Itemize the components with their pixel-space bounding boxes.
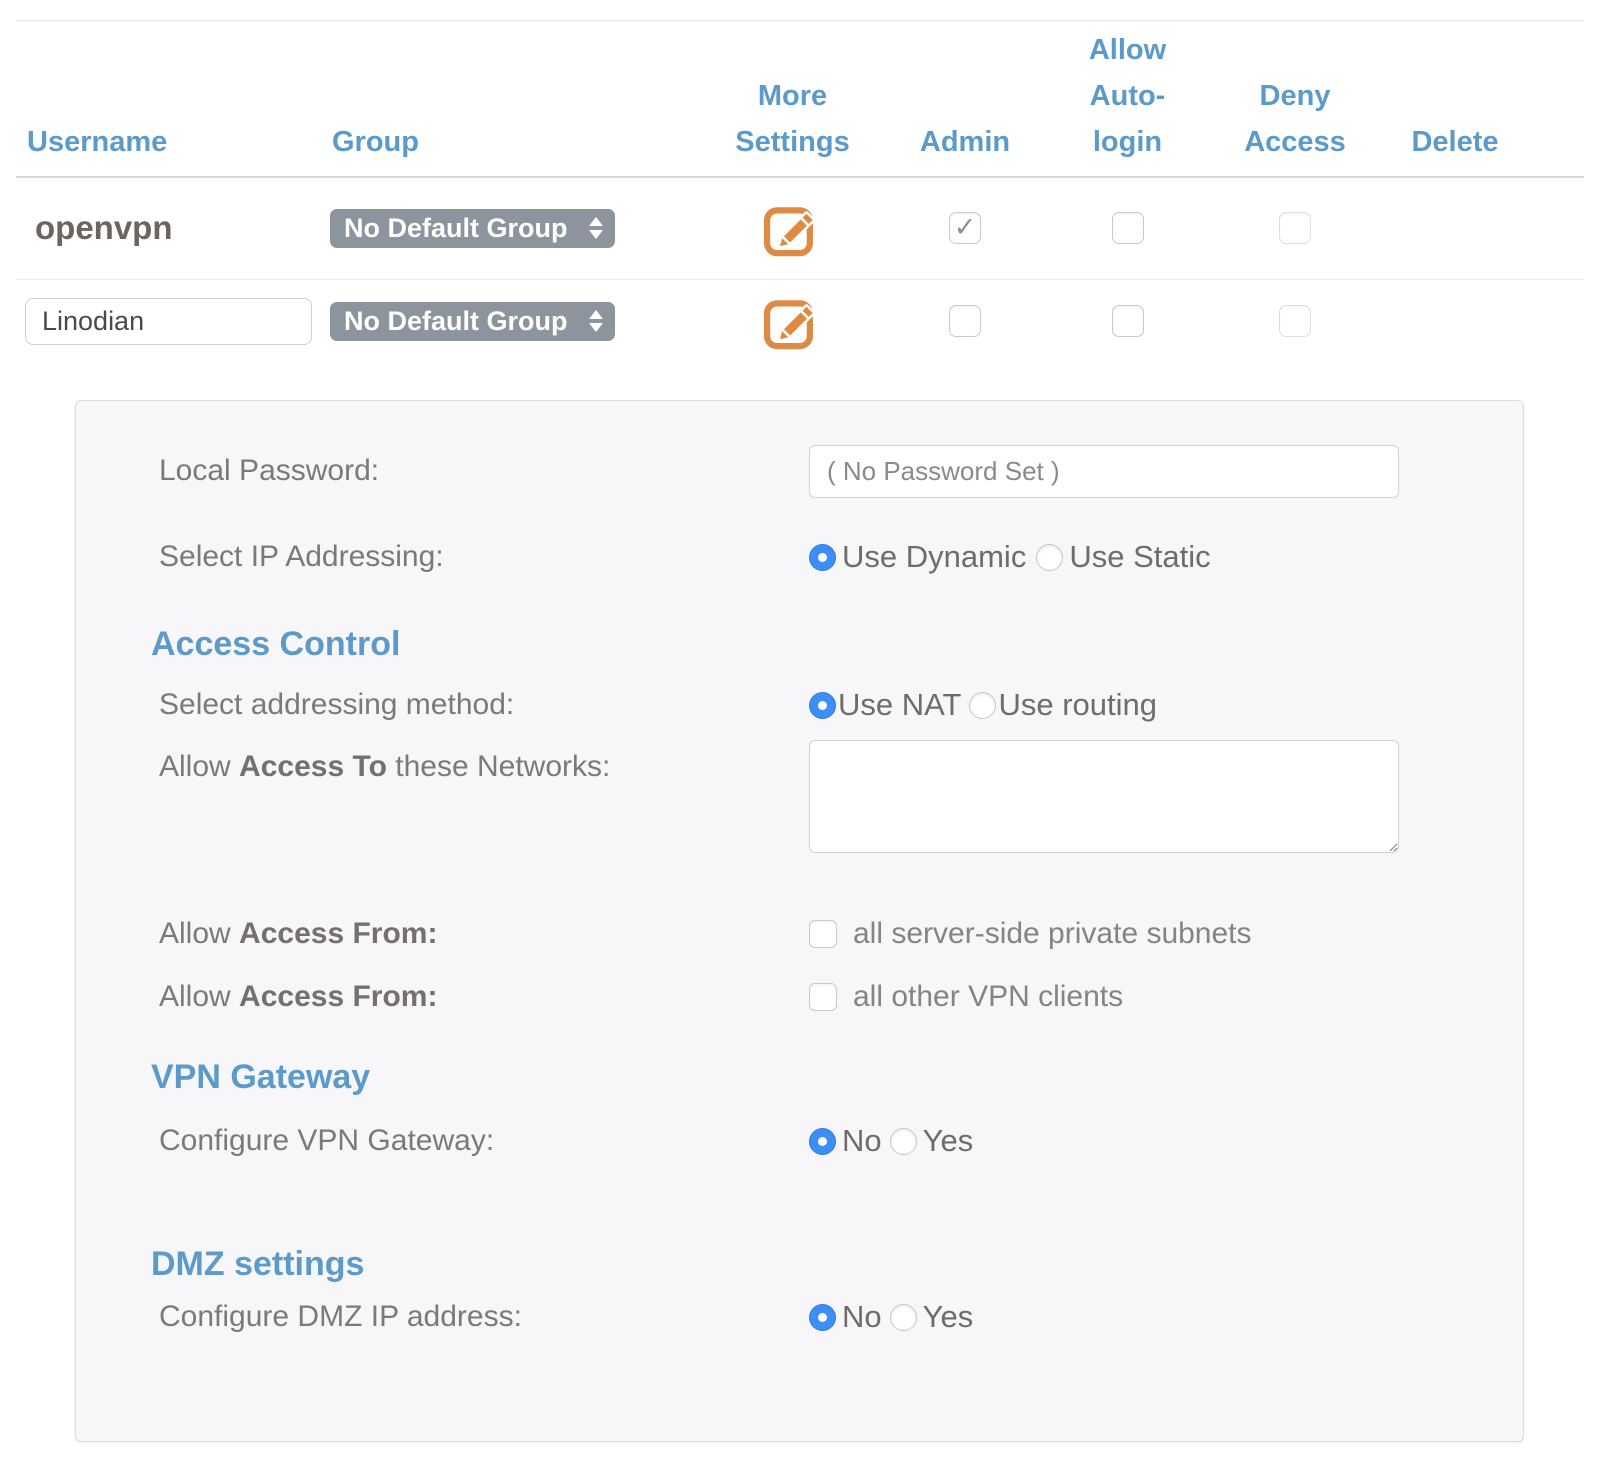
more-settings-button[interactable] bbox=[761, 200, 825, 257]
table-row-username: openvpn bbox=[25, 177, 330, 279]
addressing-method-row: Select addressing method: Use NAT Use ro… bbox=[159, 687, 1157, 723]
edit-pencil-icon bbox=[761, 200, 825, 257]
use-routing-label: Use routing bbox=[998, 687, 1157, 723]
local-password-label: Local Password: bbox=[159, 454, 809, 488]
table-row-admin: ✓ bbox=[885, 279, 1045, 363]
column-header-deny-access: DenyAccess bbox=[1210, 73, 1380, 177]
dmz-no-radio[interactable] bbox=[809, 1304, 836, 1331]
vpn-gateway-yes-label: Yes bbox=[923, 1123, 974, 1159]
vpn-gateway-radio-group: No Yes bbox=[809, 1123, 973, 1159]
more-settings-button[interactable] bbox=[761, 293, 825, 350]
all-server-side-private-subnets-checkbox[interactable]: ✓ bbox=[809, 920, 837, 948]
vpn-gateway-heading: VPN Gateway bbox=[151, 1058, 370, 1097]
table-row-deny-access: ✓ bbox=[1210, 279, 1380, 363]
edit-pencil-icon bbox=[761, 293, 825, 350]
all-other-vpn-clients-checkbox[interactable]: ✓ bbox=[809, 983, 837, 1011]
table-row-delete bbox=[1380, 177, 1530, 279]
table-row-more-settings bbox=[700, 279, 885, 363]
dmz-yes-label: Yes bbox=[923, 1299, 974, 1335]
table-row-deny-access: ✓ bbox=[1210, 177, 1380, 279]
configure-vpn-gateway-row: Configure VPN Gateway: No Yes bbox=[159, 1123, 973, 1159]
all-server-side-private-subnets-label: all server-side private subnets bbox=[853, 917, 1252, 951]
dmz-no-label: No bbox=[842, 1299, 882, 1335]
use-dynamic-label: Use Dynamic bbox=[842, 539, 1026, 575]
configure-dmz-label: Configure DMZ IP address: bbox=[159, 1300, 809, 1334]
column-header-group: Group bbox=[330, 119, 700, 177]
all-other-vpn-clients-label: all other VPN clients bbox=[853, 980, 1123, 1014]
allow-auto-login-checkbox[interactable]: ✓ bbox=[1112, 212, 1144, 244]
group-select[interactable]: No Default Group bbox=[330, 302, 615, 341]
table-row-more-settings bbox=[700, 177, 885, 279]
column-header-admin: Admin bbox=[885, 119, 1045, 177]
addressing-method-label: Select addressing method: bbox=[159, 688, 809, 722]
use-static-label: Use Static bbox=[1069, 539, 1210, 575]
admin-checkbox[interactable]: ✓ bbox=[949, 305, 981, 337]
configure-vpn-gateway-label: Configure VPN Gateway: bbox=[159, 1124, 809, 1158]
use-nat-radio[interactable] bbox=[809, 692, 836, 719]
access-to-networks-textarea[interactable] bbox=[809, 740, 1399, 853]
table-row-group: No Default Group bbox=[330, 279, 700, 363]
table-row-auto-login: ✓ bbox=[1045, 279, 1210, 363]
addressing-method-radio-group: Use NAT Use routing bbox=[809, 687, 1157, 723]
table-row-username bbox=[25, 279, 330, 363]
group-select[interactable]: No Default Group bbox=[330, 209, 615, 248]
ip-addressing-radio-group: Use Dynamic Use Static bbox=[809, 539, 1211, 575]
deny-access-checkbox[interactable]: ✓ bbox=[1279, 212, 1311, 244]
column-header-allow-auto-login: AllowAuto-login bbox=[1045, 27, 1210, 177]
column-header-more-settings: MoreSettings bbox=[700, 73, 885, 177]
configure-dmz-row: Configure DMZ IP address: No Yes bbox=[159, 1299, 973, 1335]
local-password-input[interactable] bbox=[809, 445, 1399, 498]
select-arrows-icon bbox=[589, 310, 603, 332]
access-from-label: Allow Access From: bbox=[159, 917, 809, 951]
ip-addressing-row: Select IP Addressing: Use Dynamic Use St… bbox=[159, 539, 1211, 575]
access-from-subnets-option: ✓ all server-side private subnets bbox=[809, 917, 1252, 951]
deny-access-checkbox[interactable]: ✓ bbox=[1279, 305, 1311, 337]
access-from-clients-row: Allow Access From: ✓ all other VPN clien… bbox=[159, 979, 1123, 1015]
use-dynamic-radio[interactable] bbox=[809, 544, 836, 571]
user-permissions-table: Username Group MoreSettings Admin AllowA… bbox=[25, 21, 1530, 363]
table-row-auto-login: ✓ bbox=[1045, 177, 1210, 279]
local-password-row: Local Password: bbox=[159, 444, 1399, 498]
vpn-gateway-no-label: No bbox=[842, 1123, 882, 1159]
use-nat-label: Use NAT bbox=[838, 687, 961, 723]
select-arrows-icon bbox=[589, 217, 603, 239]
access-to-row: Allow Access To these Networks: bbox=[159, 740, 1399, 853]
group-select-value: No Default Group bbox=[344, 213, 568, 244]
vpn-gateway-yes-radio[interactable] bbox=[890, 1128, 917, 1155]
table-row-group: No Default Group bbox=[330, 177, 700, 279]
vpn-gateway-no-radio[interactable] bbox=[809, 1128, 836, 1155]
admin-checkbox[interactable]: ✓ bbox=[949, 212, 981, 244]
access-to-label: Allow Access To these Networks: bbox=[159, 740, 809, 784]
new-username-input[interactable] bbox=[25, 298, 312, 345]
access-from-subnets-row: Allow Access From: ✓ all server-side pri… bbox=[159, 916, 1252, 952]
access-from-label: Allow Access From: bbox=[159, 980, 809, 1014]
ip-addressing-label: Select IP Addressing: bbox=[159, 540, 809, 574]
username-text: openvpn bbox=[25, 209, 173, 247]
allow-auto-login-checkbox[interactable]: ✓ bbox=[1112, 305, 1144, 337]
check-icon: ✓ bbox=[954, 214, 977, 241]
dmz-radio-group: No Yes bbox=[809, 1299, 973, 1335]
table-row-delete bbox=[1380, 279, 1530, 363]
use-routing-radio[interactable] bbox=[969, 692, 996, 719]
user-settings-panel: Local Password: Select IP Addressing: Us… bbox=[75, 400, 1524, 1442]
group-select-value: No Default Group bbox=[344, 306, 568, 337]
dmz-settings-heading: DMZ settings bbox=[151, 1245, 364, 1284]
dmz-yes-radio[interactable] bbox=[890, 1304, 917, 1331]
user-permissions-page: Username Group MoreSettings Admin AllowA… bbox=[0, 0, 1600, 1476]
access-from-clients-option: ✓ all other VPN clients bbox=[809, 980, 1123, 1014]
use-static-radio[interactable] bbox=[1036, 544, 1063, 571]
column-header-delete: Delete bbox=[1380, 119, 1530, 177]
column-header-username: Username bbox=[25, 119, 330, 177]
access-control-heading: Access Control bbox=[151, 625, 400, 664]
table-row-admin: ✓ bbox=[885, 177, 1045, 279]
